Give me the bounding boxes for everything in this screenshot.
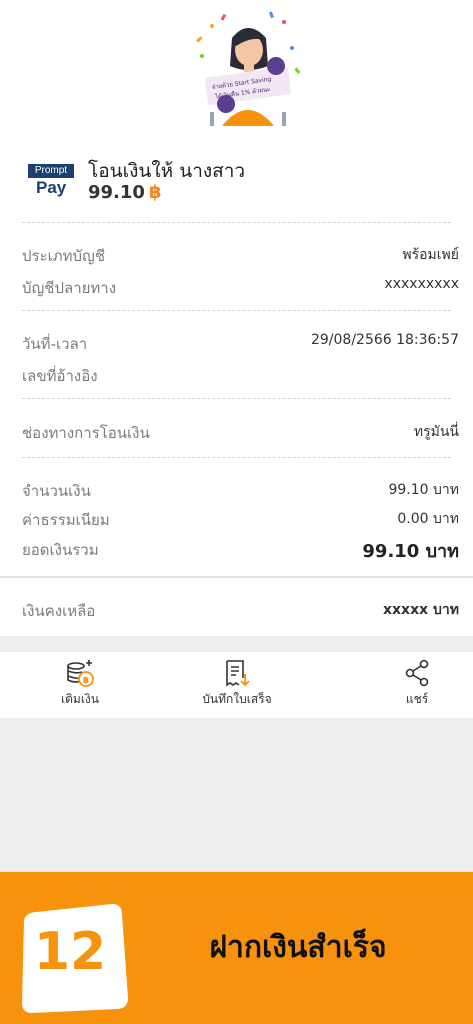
save-slip-label: บันทึกใบเสร็จ	[202, 692, 272, 706]
share-icon	[405, 659, 429, 687]
datetime-value: 29/08/2566 18:36:57	[310, 332, 459, 348]
share-button[interactable]: แชร์	[357, 658, 473, 709]
channel-value: ทรูมันนี่	[413, 424, 459, 440]
row-account-type: ประเภทบัญชี พร้อมเพย์	[22, 244, 459, 270]
top-up-label: เติมเงิน	[61, 692, 99, 706]
reference-label: เลขที่อ้างอิง	[22, 367, 98, 385]
transfer-amount: 99.10 ฿	[88, 182, 161, 203]
row-datetime: วันที่-เวลา 29/08/2566 18:36:57	[22, 332, 459, 358]
row-destination-account: บัญชีปลายทาง xxxxxxxxx	[22, 276, 459, 302]
account-type-label: ประเภทบัญชี	[22, 247, 106, 265]
divider	[22, 457, 451, 458]
baht-icon: ฿	[148, 182, 162, 203]
svg-text:฿: ฿	[83, 676, 89, 686]
logo-bottom-text: Pay	[36, 178, 67, 197]
fee-label: ค่าธรรมเนียม	[22, 511, 110, 529]
amount-value: 99.10 บาท	[388, 482, 459, 498]
destination-account-value: xxxxxxxxx	[384, 276, 459, 292]
receipt-download-icon	[226, 660, 250, 687]
row-reference: เลขที่อ้างอิง	[22, 364, 459, 390]
datetime-label: วันที่-เวลา	[22, 335, 88, 353]
step-caption: ฝากเงินสำเร็จ	[209, 930, 387, 965]
coin-stack-icon: ฿	[67, 660, 94, 687]
divider	[22, 222, 451, 223]
logo-top-text: Prompt	[28, 164, 74, 178]
row-balance: เงินคงเหลือ xxxxx บาท	[22, 599, 459, 625]
balance-value: xxxxx บาท	[382, 602, 459, 618]
top-up-button[interactable]: ฿ เติมเงิน	[20, 658, 140, 709]
destination-account-label: บัญชีปลายทาง	[22, 279, 117, 297]
row-amount: จำนวนเงิน 99.10 บาท	[22, 479, 459, 505]
total-label: ยอดเงินรวม	[22, 541, 99, 559]
save-slip-button[interactable]: บันทึกใบเสร็จ	[177, 658, 297, 709]
amount-label: จำนวนเงิน	[22, 482, 91, 500]
divider	[22, 398, 451, 399]
row-channel: ช่องทางการโอนเงิน ทรูมันนี่	[22, 421, 459, 447]
step-number: 12	[33, 922, 107, 982]
row-fee: ค่าธรรมเนียม 0.00 บาท	[22, 508, 459, 534]
transfer-amount-value: 99.10	[88, 182, 145, 203]
fee-value: 0.00 บาท	[397, 511, 459, 527]
action-bar: ฿ เติมเงิน บันทึกใบเสร็จ แชร์	[0, 652, 473, 718]
row-total: ยอดเงินรวม 99.10 บาท	[22, 538, 459, 564]
share-label: แชร์	[405, 692, 429, 706]
divider-solid	[0, 576, 473, 578]
promo-illustration: จ่ายด้วย Start Saving ได้เงินคืน 1% ด้วย…	[196, 11, 301, 126]
channel-label: ช่องทางการโอนเงิน	[22, 424, 150, 442]
balance-label: เงินคงเหลือ	[22, 602, 96, 620]
receipt-card: จ่ายด้วย Start Saving ได้เงินคืน 1% ด้วย…	[0, 0, 473, 636]
divider	[22, 310, 451, 311]
total-value: 99.10 บาท	[362, 541, 459, 562]
account-type-value: พร้อมเพย์	[402, 247, 459, 263]
promptpay-logo: Prompt Pay	[28, 164, 74, 200]
